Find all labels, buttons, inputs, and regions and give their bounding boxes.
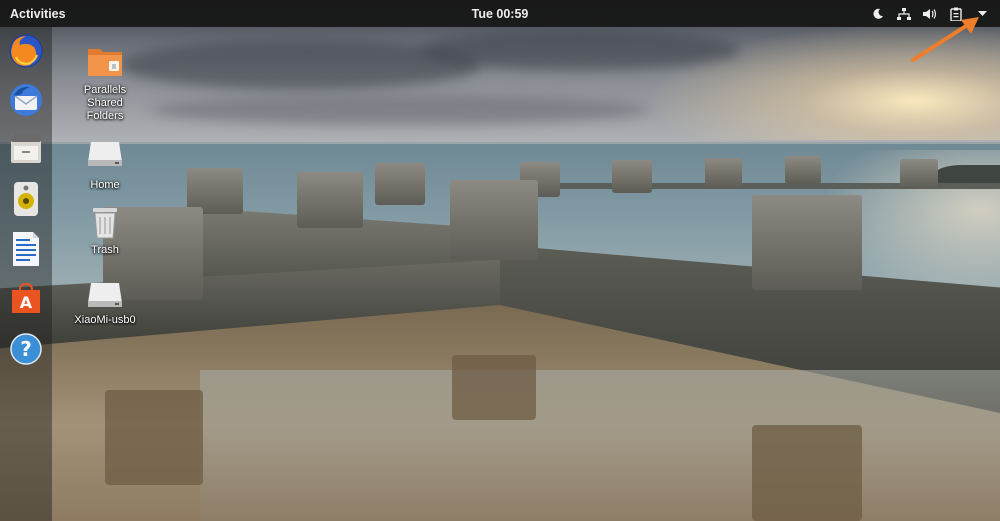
home-drive-icon xyxy=(87,140,123,176)
svg-text:A: A xyxy=(20,293,33,312)
dock-item-firefox[interactable] xyxy=(6,31,46,71)
thunderbird-icon xyxy=(10,84,42,116)
dock-item-files[interactable] xyxy=(6,129,46,169)
shared-folder-icon xyxy=(87,45,123,81)
help-icon: ? xyxy=(10,333,42,365)
trash-icon xyxy=(87,205,123,241)
svg-text:?: ? xyxy=(20,337,32,361)
desktop-icon-home[interactable]: Home xyxy=(70,140,140,192)
desktop-icon-label: Parallels Shared Folders xyxy=(83,84,127,122)
night-light-icon xyxy=(870,5,886,23)
speaker-icon xyxy=(14,182,38,216)
files-icon xyxy=(11,135,41,163)
clock-button[interactable]: Tue 00:59 xyxy=(450,7,550,21)
software-icon: A xyxy=(12,282,40,313)
desktop-icon-usb[interactable]: XiaoMi-usb0 xyxy=(70,281,140,327)
writer-icon xyxy=(13,232,39,266)
top-bar: Activities Tue 00:59 xyxy=(0,0,1000,27)
desktop-icon-shared-folders[interactable]: Parallels Shared Folders xyxy=(70,45,140,123)
activities-button[interactable]: Activities xyxy=(10,7,66,21)
annotation-arrow-icon xyxy=(911,17,979,62)
desktop-icon-label: XiaoMi-usb0 xyxy=(74,314,136,326)
desktop-wallpaper xyxy=(0,0,1000,521)
dock-item-rhythmbox[interactable] xyxy=(6,179,46,219)
dock-item-software[interactable]: A xyxy=(6,279,46,319)
usb-drive-icon xyxy=(87,281,123,311)
firefox-icon xyxy=(9,34,43,68)
dock-item-writer[interactable] xyxy=(6,229,46,269)
desktop-icon-label: Trash xyxy=(91,244,119,256)
dock: A ? xyxy=(0,27,52,521)
dock-item-thunderbird[interactable] xyxy=(6,80,46,120)
desktop-icon-label: Home xyxy=(90,179,120,191)
desktop-icon-trash[interactable]: Trash xyxy=(70,205,140,257)
dock-item-help[interactable]: ? xyxy=(6,329,46,369)
